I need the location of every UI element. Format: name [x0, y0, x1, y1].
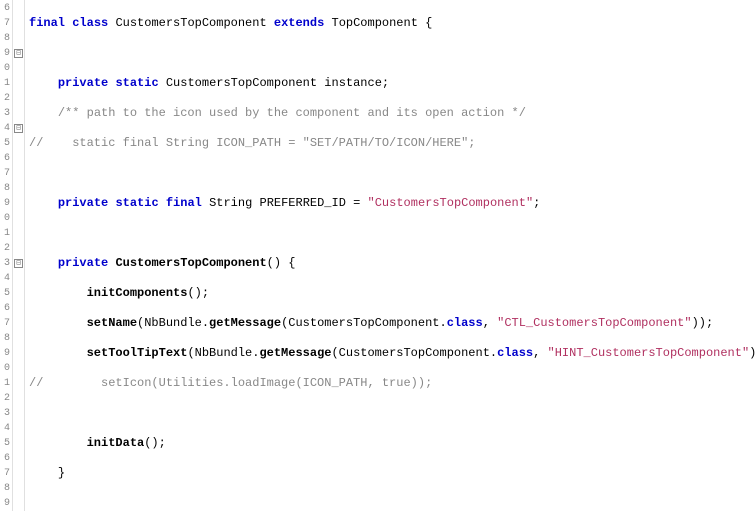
code-editor[interactable]: 67 89 01 23 45 67 89 01 23 45 67 89 01 2… [0, 0, 755, 511]
fold-toggle-icon[interactable]: ⊟ [14, 49, 23, 58]
fold-gutter: ⊟ ⊟ ⊟ [13, 0, 25, 511]
line-number-gutter: 67 89 01 23 45 67 89 01 23 45 67 89 01 2… [0, 0, 13, 511]
fold-toggle-icon[interactable]: ⊟ [14, 124, 23, 133]
fold-toggle-icon[interactable]: ⊟ [14, 259, 23, 268]
code-area[interactable]: final class CustomersTopComponent extend… [25, 0, 755, 511]
